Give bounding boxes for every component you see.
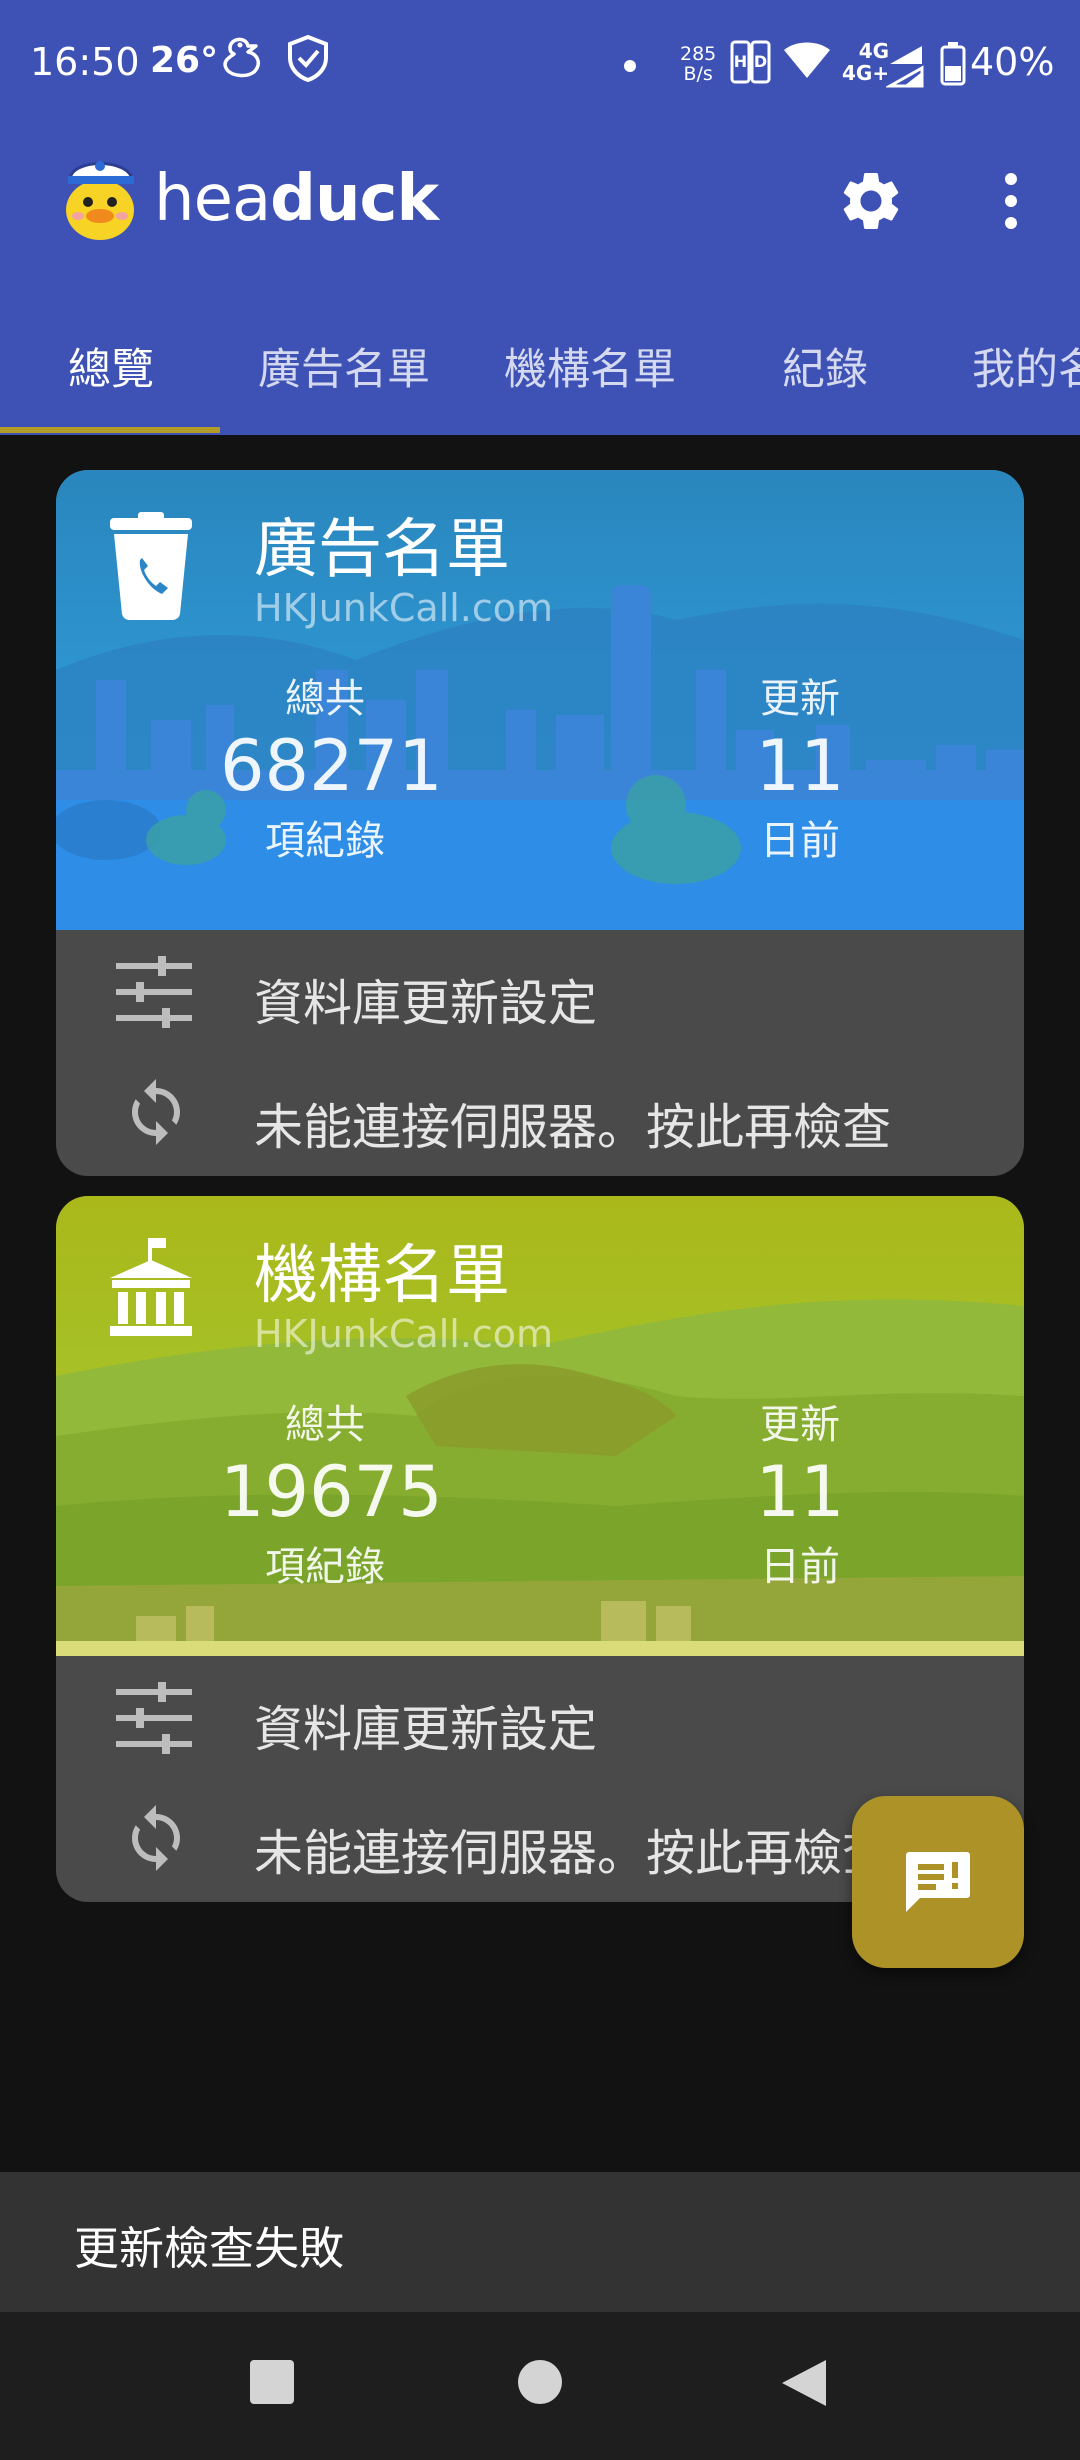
tune-sliders-icon [114,1678,194,1762]
hd-icon: HD [730,40,772,88]
app-title-bold: duck [270,162,439,236]
svg-text:H: H [734,52,747,71]
institution-list-source: HKJunkCall.com [254,1312,554,1356]
cell-signal-icon [884,44,924,92]
recents-square-icon[interactable] [248,2358,296,2410]
app-logo-duck-icon [60,150,142,242]
refresh-sync-icon [120,1802,192,1878]
ad-db-settings-label: 資料庫更新設定 [254,975,598,1032]
net-speed-value: 285 [680,43,717,65]
status-bar: 16:50 26° 285 B/s HD 4G 4G+ 40% [0,0,1080,130]
ad-list-title: 廣告名單 [254,513,510,587]
institution-building-icon [108,1238,194,1342]
ad-retry-row[interactable]: 未能連接伺服器。按此再檢查 [56,1054,1024,1176]
snackbar-message: 更新檢查失敗 [74,2222,345,2275]
tab-institution-list[interactable]: 機構名單 [504,335,676,397]
inst-total-value: 19675 [220,1451,443,1533]
ad-list-source: HKJunkCall.com [254,586,554,630]
tab-bar: 總覽 廣告名單 機構名單 紀錄 我的名單 [0,295,1080,435]
tab-ad-list[interactable]: 廣告名單 [258,335,430,397]
inst-updated-stat: 更新 11 日前 [730,1392,870,1592]
ad-updated-label: 更新 [760,676,840,722]
ad-retry-label: 未能連接伺服器。按此再檢查 [254,1099,892,1156]
settings-gear-icon[interactable] [836,166,906,240]
wifi-icon [782,38,832,84]
more-vert-icon[interactable] [996,170,1026,236]
signal-label-1: 4G [858,39,890,63]
feedback-icon [906,1852,970,1912]
ad-db-settings-row[interactable]: 資料庫更新設定 [56,930,1024,1054]
inst-total-stat: 總共 19675 項紀錄 [220,1392,443,1592]
institution-list-card-header[interactable]: 機構名單 HKJunkCall.com 總共 19675 項紀錄 更新 11 日… [56,1196,1024,1656]
system-navigation-bar [0,2312,1080,2460]
ad-total-label: 總共 [285,676,365,722]
net-speed-unit: B/s [683,63,713,85]
tab-indicator [0,427,220,433]
feedback-fab-button[interactable] [852,1796,1024,1968]
status-temperature: 26° [150,40,219,81]
inst-db-settings-label: 資料庫更新設定 [254,1701,598,1758]
inst-db-settings-row[interactable]: 資料庫更新設定 [56,1656,1024,1780]
battery-percentage: 40% [970,40,1055,84]
snackbar: 更新檢查失敗 [0,2172,1080,2312]
inst-updated-value: 11 [755,1451,845,1533]
institution-list-title: 機構名單 [254,1239,510,1313]
ad-total-unit: 項紀錄 [265,818,385,864]
ad-updated-value: 11 [755,725,845,807]
inst-total-unit: 項紀錄 [265,1544,385,1590]
signal-label-2: 4G+ [842,61,890,85]
status-time: 16:50 [30,40,140,84]
tab-records[interactable]: 紀錄 [782,335,868,397]
net-speed: 285 B/s [680,44,716,84]
ad-total-stat: 總共 68271 項紀錄 [220,666,443,866]
inst-total-label: 總共 [285,1402,365,1448]
ad-updated-unit: 日前 [760,818,840,864]
ad-total-value: 68271 [220,725,443,807]
back-triangle-icon[interactable] [780,2358,828,2412]
inst-retry-label: 未能連接伺服器。按此再檢查 [254,1825,892,1882]
ad-list-card-header[interactable]: 廣告名單 HKJunkCall.com 總共 68271 項紀錄 更新 11 日… [56,470,1024,930]
inst-updated-unit: 日前 [760,1544,840,1590]
tab-my-list[interactable]: 我的名單 [972,335,1080,397]
app-bar: headuck [0,130,1080,295]
inst-updated-label: 更新 [760,1402,840,1448]
city-skyline-illustration [56,470,1024,930]
ad-list-card: 廣告名單 HKJunkCall.com 總共 68271 項紀錄 更新 11 日… [56,470,1024,1176]
duck-notification-icon [222,34,264,82]
svg-text:D: D [754,52,767,71]
app-title-light: hea [154,162,271,236]
home-circle-icon[interactable] [516,2358,564,2410]
landscape-illustration [56,1196,1024,1656]
tune-sliders-icon [114,952,194,1036]
signal-labels: 4G 4G+ [842,40,889,84]
ad-updated-stat: 更新 11 日前 [730,666,870,866]
refresh-sync-icon [120,1076,192,1152]
trash-phone-icon [108,512,194,626]
tab-overview[interactable]: 總覽 [68,335,154,397]
dot-icon [623,58,637,77]
app-title: headuck [154,162,439,236]
battery-icon [940,42,966,90]
shield-icon [286,34,330,86]
